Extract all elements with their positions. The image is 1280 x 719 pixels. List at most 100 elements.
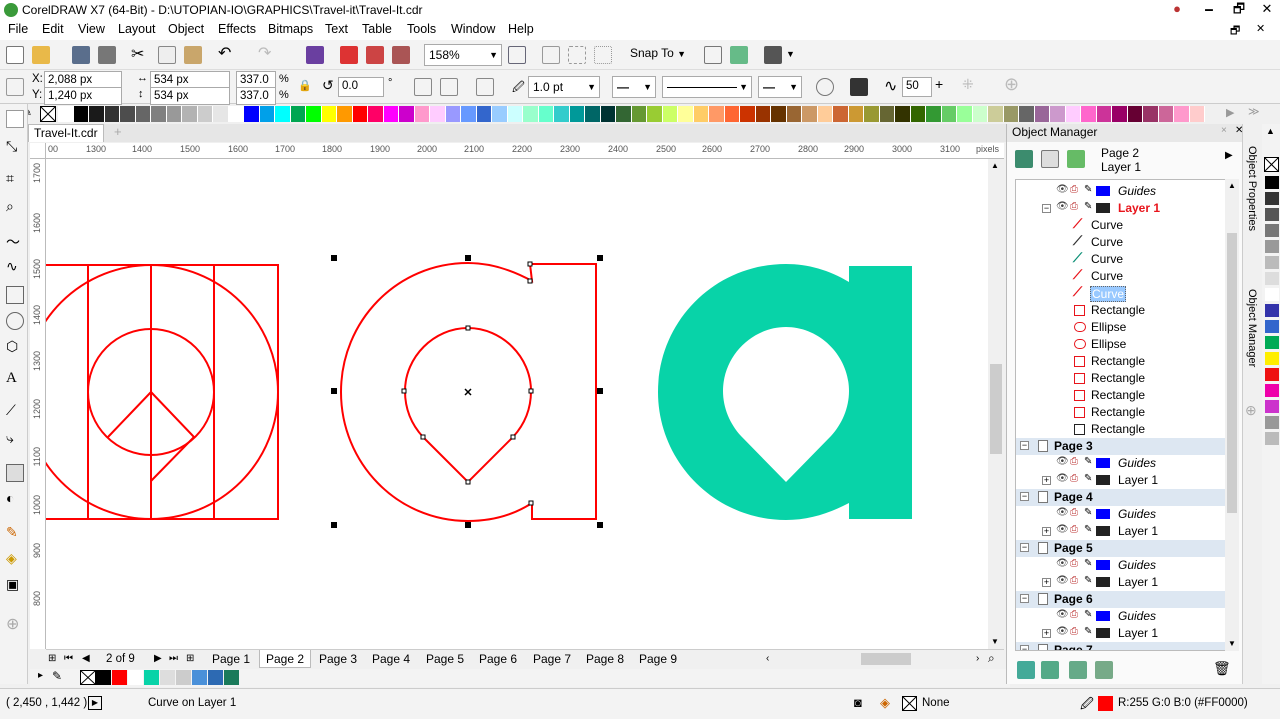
height-field[interactable]: 534 px: [150, 87, 230, 105]
collapse-toggle-icon[interactable]: −: [1020, 543, 1029, 552]
end-arrowhead-select[interactable]: — ▼: [758, 76, 802, 98]
color-swatch[interactable]: [538, 106, 554, 122]
color-swatch[interactable]: [1189, 106, 1205, 122]
color-swatch[interactable]: [492, 106, 508, 122]
rotation-field[interactable]: 0.0: [338, 77, 384, 97]
new-document-icon[interactable]: [6, 46, 24, 64]
letter-a-filled-teal[interactable]: [658, 264, 912, 520]
color-swatch[interactable]: [740, 106, 756, 122]
color-swatch[interactable]: [1081, 106, 1097, 122]
om-object-row[interactable]: ⟋ Curve: [1016, 250, 1226, 268]
vertical-color-swatch[interactable]: [1265, 288, 1279, 301]
color-swatch[interactable]: [895, 106, 911, 122]
vertical-color-swatch[interactable]: [1265, 256, 1279, 269]
visibility-eye-icon[interactable]: 👁: [1056, 507, 1069, 518]
color-swatch[interactable]: [848, 106, 864, 122]
vertical-color-swatch[interactable]: [1265, 336, 1279, 349]
om-layer-row[interactable]: 👁 ⎙ ✎ Guides: [1016, 557, 1226, 574]
om-object-row[interactable]: ⟋ Curve: [1016, 216, 1226, 234]
color-swatch[interactable]: [213, 106, 229, 122]
om-object-row[interactable]: Rectangle: [1016, 302, 1226, 319]
color-swatch[interactable]: [1019, 106, 1035, 122]
print-toggle-icon[interactable]: ⎙: [1070, 473, 1078, 484]
quick-customize-icon[interactable]: ⁜: [962, 76, 974, 93]
print-toggle-icon[interactable]: ⎙: [1070, 201, 1078, 212]
palette-scroll-end-icon[interactable]: ≫: [1248, 105, 1260, 118]
page-tab-3[interactable]: Page 3: [313, 652, 363, 666]
om-layer-row[interactable]: + 👁 ⎙ ✎ Layer 1: [1016, 472, 1226, 489]
add-icon[interactable]: +: [935, 76, 943, 92]
edit-across-layers-icon[interactable]: [1041, 150, 1059, 168]
chevron-down-icon[interactable]: ▼: [786, 49, 795, 59]
visibility-eye-icon[interactable]: 👁: [1056, 456, 1069, 467]
document-color-swatch[interactable]: [208, 670, 223, 685]
color-swatch[interactable]: [616, 106, 632, 122]
vertical-color-swatch[interactable]: [1265, 416, 1279, 429]
y-position-field[interactable]: 1,240 px: [44, 87, 122, 105]
menu-file[interactable]: File: [8, 22, 28, 36]
color-swatch[interactable]: [678, 106, 694, 122]
ellipse-tool-icon[interactable]: [6, 312, 24, 330]
color-swatch[interactable]: [771, 106, 787, 122]
construction-grid-group[interactable]: [46, 264, 279, 520]
menu-bitmaps[interactable]: Bitmaps: [268, 22, 313, 36]
lock-edit-icon[interactable]: ✎: [1084, 201, 1092, 212]
add-page-after-icon[interactable]: ⊞: [186, 653, 194, 664]
vertical-color-swatch[interactable]: [1265, 224, 1279, 237]
object-manager-tab[interactable]: Object Manager: [1246, 289, 1258, 379]
drawing-canvas[interactable]: [46, 159, 988, 649]
color-swatch[interactable]: [414, 106, 430, 122]
copy-icon[interactable]: [158, 46, 176, 64]
lock-edit-icon[interactable]: ✎: [1084, 524, 1092, 535]
om-object-row[interactable]: Rectangle: [1016, 404, 1226, 421]
publish-pdf-icon[interactable]: [392, 46, 410, 64]
save-icon[interactable]: [72, 46, 90, 64]
previous-page-icon[interactable]: ◀: [82, 653, 90, 664]
expand-toggle-icon[interactable]: −: [1042, 204, 1051, 213]
om-layer-row[interactable]: 👁 ⎙ ✎ Guides: [1016, 506, 1226, 523]
document-color-swatch[interactable]: [96, 670, 111, 685]
color-swatch[interactable]: [709, 106, 725, 122]
pick-tool-icon[interactable]: [6, 110, 24, 128]
redo-icon[interactable]: ↷: [258, 43, 271, 63]
collapse-toggle-icon[interactable]: −: [1020, 492, 1029, 501]
scroll-down-icon[interactable]: ▼: [1228, 639, 1236, 648]
color-proof-icon[interactable]: ◙: [854, 695, 862, 710]
mirror-vertical-icon[interactable]: [440, 78, 458, 96]
vertical-color-swatch[interactable]: [1265, 352, 1279, 365]
color-swatch[interactable]: [693, 106, 709, 122]
color-swatch[interactable]: [430, 106, 446, 122]
document-color-swatch[interactable]: [112, 670, 127, 685]
restore-button[interactable]: 🗗: [1224, 0, 1254, 20]
page-tab-6[interactable]: Page 6: [473, 652, 523, 666]
visibility-eye-icon[interactable]: 👁: [1056, 201, 1069, 212]
print-toggle-icon[interactable]: ⎙: [1070, 609, 1078, 620]
color-swatch[interactable]: [988, 106, 1004, 122]
color-swatch[interactable]: [476, 106, 492, 122]
scroll-left-icon[interactable]: ‹: [766, 653, 769, 664]
delete-icon[interactable]: 🗑: [1213, 660, 1231, 677]
om-menu-arrow-icon[interactable]: ▶: [1225, 150, 1233, 161]
vertical-scroll-thumb[interactable]: [990, 364, 1002, 454]
wrap-text-icon[interactable]: [816, 78, 834, 96]
print-toggle-icon[interactable]: ⎙: [1070, 575, 1078, 586]
color-swatch[interactable]: [1127, 106, 1143, 122]
lock-edit-icon[interactable]: ✎: [1084, 456, 1092, 467]
print-toggle-icon[interactable]: ⎙: [1070, 507, 1078, 518]
document-tab[interactable]: Travel-It.cdr: [28, 124, 104, 142]
vertical-color-swatch[interactable]: [1265, 400, 1279, 413]
om-object-row[interactable]: ⟋ Curve: [1016, 233, 1226, 251]
om-page-row[interactable]: − Page 3: [1016, 438, 1226, 455]
drop-shadow-icon[interactable]: [6, 464, 24, 482]
om-layer-row[interactable]: + 👁 ⎙ ✎ Layer 1: [1016, 625, 1226, 642]
color-swatch[interactable]: [1143, 106, 1159, 122]
page-tab-7[interactable]: Page 7: [527, 652, 577, 666]
shape-tool-icon[interactable]: ⤡: [6, 138, 24, 156]
color-swatch[interactable]: [337, 106, 353, 122]
object-origin-icon[interactable]: [6, 78, 24, 96]
color-swatch[interactable]: [802, 106, 818, 122]
outline-width-select[interactable]: 1.0 pt ▼: [528, 76, 600, 98]
om-layer-row[interactable]: 👁 ⎙ ✎ Guides: [1016, 455, 1226, 472]
color-swatch[interactable]: [910, 106, 926, 122]
zoom-tool-icon[interactable]: ⌕: [6, 198, 24, 216]
